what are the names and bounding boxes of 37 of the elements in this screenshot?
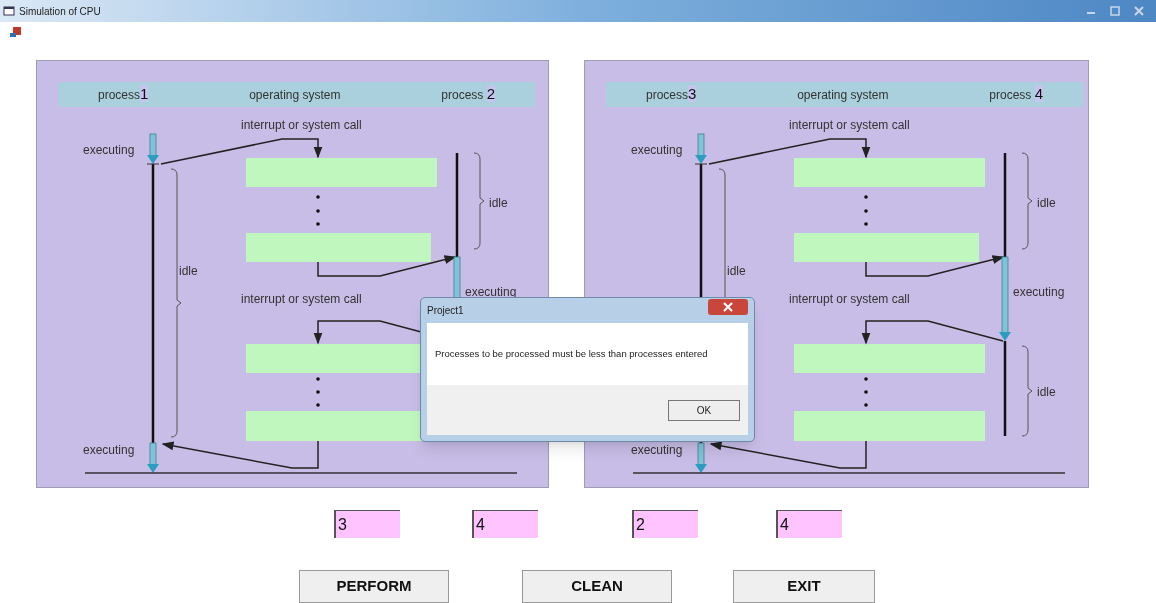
diagram-label: idle: [727, 263, 746, 280]
ok-button[interactable]: OK: [668, 399, 740, 421]
column-heading: operating system: [249, 86, 341, 104]
column-heading: process3: [646, 84, 697, 105]
column-heading: process 2: [441, 84, 495, 105]
diagram-label: executing: [83, 142, 135, 159]
app-icon: [10, 26, 22, 38]
window-icon: [3, 5, 15, 17]
diagram-label: executing: [1013, 284, 1065, 301]
action-button[interactable]: PERFORM: [299, 570, 449, 603]
diagram-label: interrupt or system call: [789, 117, 910, 134]
number-field[interactable]: 4: [472, 510, 538, 538]
number-field[interactable]: 3: [334, 510, 400, 538]
diagram-label: idle: [489, 195, 508, 212]
dialog-message: Processes to be processed must be less than processes entered: [435, 346, 708, 361]
number-field[interactable]: 2: [632, 510, 698, 538]
diagram-label: idle: [1037, 384, 1056, 401]
window-title: Simulation of CPU: [19, 4, 101, 19]
diagram-label: executing: [465, 284, 517, 301]
diagram-label: interrupt or system call: [789, 291, 910, 308]
diagram-label: interrupt or system call: [241, 291, 362, 308]
diagram-label: executing: [631, 142, 683, 159]
maximize-icon[interactable]: [1108, 5, 1122, 17]
action-button[interactable]: EXIT: [733, 570, 875, 603]
column-heading: process 4: [989, 84, 1043, 105]
column-heading: process1: [98, 84, 149, 105]
diagram-label: idle: [179, 263, 198, 280]
action-button[interactable]: CLEAN: [522, 570, 672, 603]
column-heading: operating system: [797, 86, 889, 104]
diagram-label: executing: [631, 442, 683, 459]
diagram-label: interrupt or system call: [241, 117, 362, 134]
diagram-label: executing: [83, 442, 135, 459]
close-icon[interactable]: [1132, 5, 1146, 17]
dialog-title: Project1: [427, 304, 464, 318]
number-field[interactable]: 4: [776, 510, 842, 538]
close-icon[interactable]: [708, 298, 748, 315]
diagram-label: idle: [1037, 195, 1056, 212]
